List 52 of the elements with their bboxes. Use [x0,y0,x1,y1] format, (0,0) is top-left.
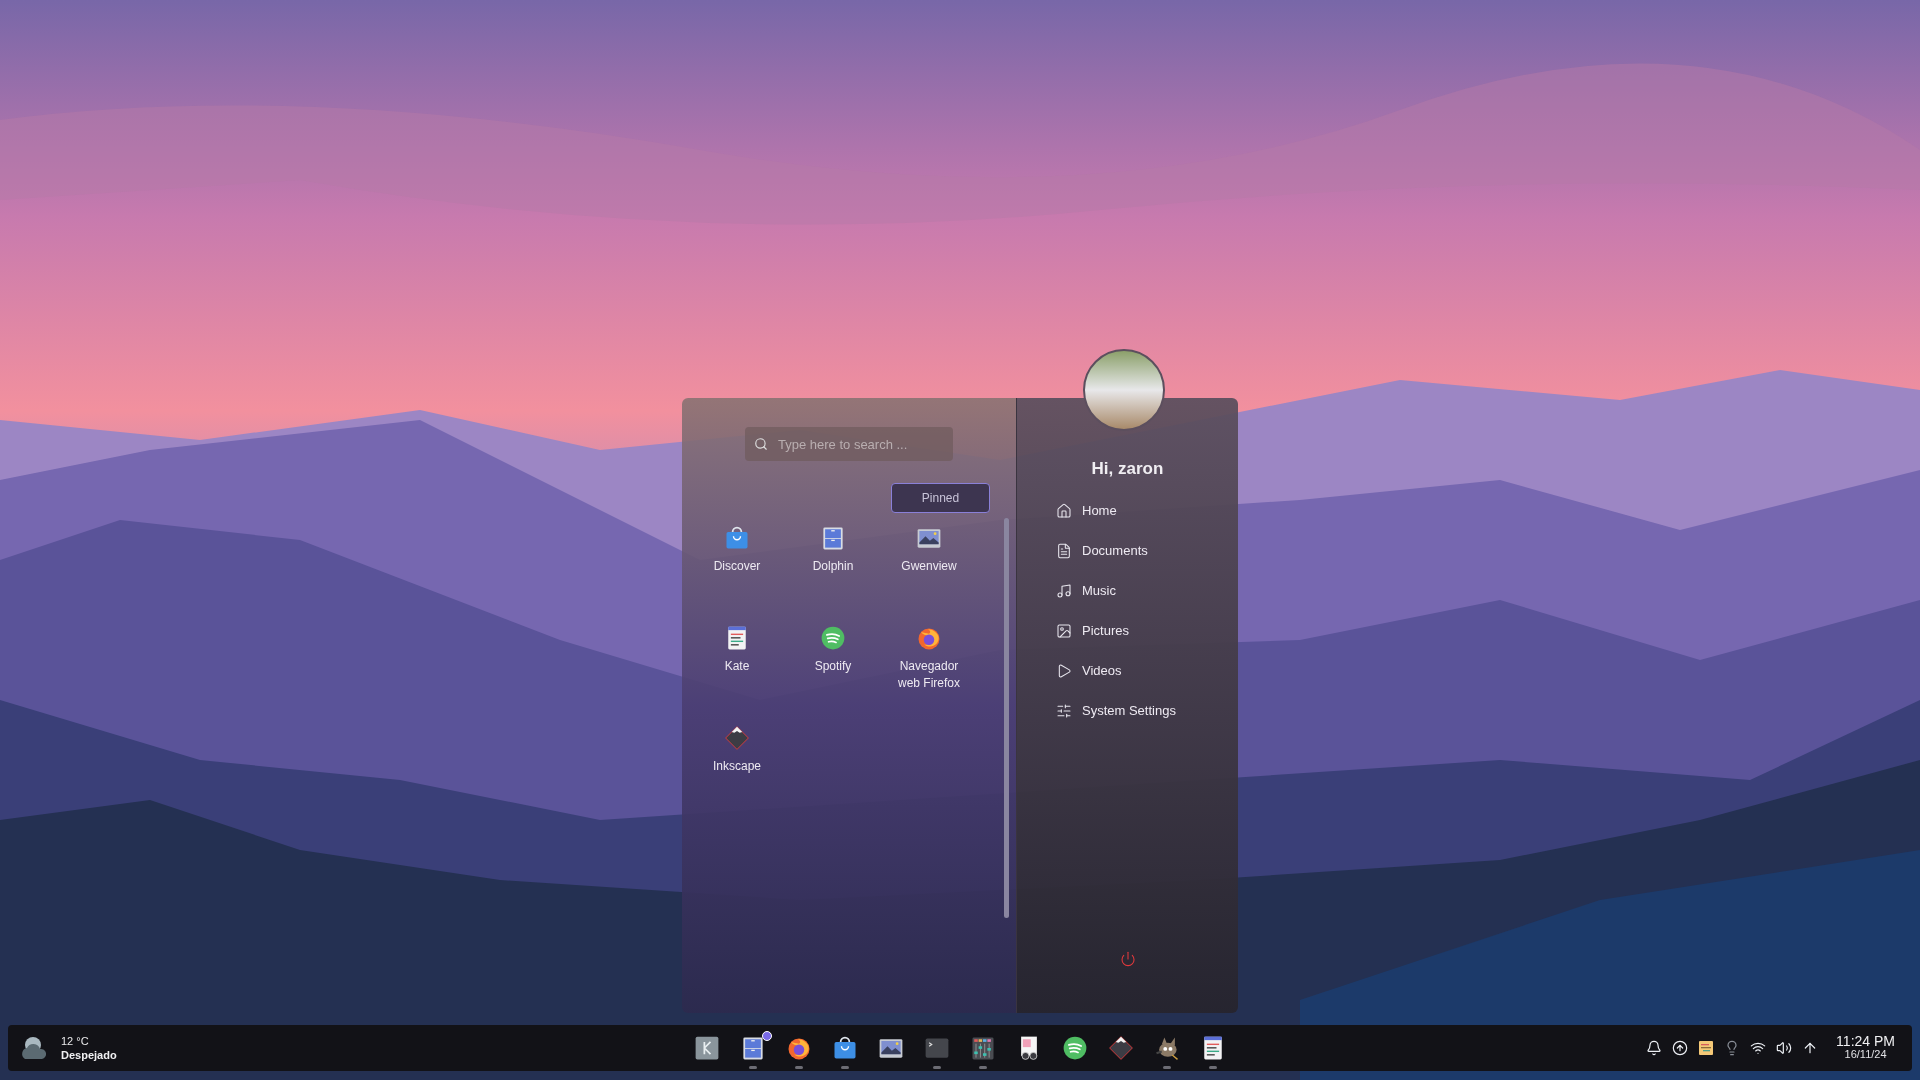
app-name: Dolphin [811,558,855,575]
place-label: System Settings [1082,701,1176,720]
play-icon [1056,662,1072,679]
music-streaming-icon [1061,1034,1089,1062]
place-item[interactable]: Videos [1056,650,1238,691]
place-item[interactable]: Music [1056,570,1238,611]
music-note-icon [1056,582,1072,599]
settings-icon [1056,702,1072,719]
greeting: Hi, zaron [1090,458,1165,480]
app-name: Kate [723,658,751,675]
wifi-icon[interactable] [1750,1040,1767,1056]
mountain-diamond-icon [723,724,751,752]
search-field[interactable]: Type here to search ... [745,427,953,461]
app-name: Spotify [813,658,853,675]
mountain-diamond-icon [1107,1034,1135,1062]
music-streaming-icon [819,624,847,652]
app-tile[interactable]: Dolphin [785,522,881,622]
app-name: Inkscape [712,758,762,775]
app-tile[interactable]: Navegador web Firefox [881,622,977,722]
clock-time[interactable]: 11:24 PM [1836,1035,1895,1048]
search-icon [754,437,768,451]
notes-icon[interactable] [1698,1040,1715,1056]
place-label: Music [1082,581,1116,600]
volume-icon[interactable] [1776,1040,1793,1056]
place-item[interactable]: Home [1056,490,1238,531]
power-icon[interactable] [1119,951,1136,967]
app-launcher-icon [693,1034,721,1062]
app-name: Gwenview [900,558,958,575]
notifications-icon[interactable] [1646,1040,1663,1056]
place-label: Documents [1082,541,1148,560]
place-item[interactable]: Documents [1056,530,1238,571]
weather-condition: Despejado [61,1048,117,1062]
temperature: 12 °C [61,1034,90,1048]
app-name: Navegador web Firefox [897,658,961,692]
clock-date[interactable]: 16/11/24 [1844,1048,1887,1061]
app-tile[interactable]: Spotify [785,622,881,722]
app-tile[interactable]: Gwenview [881,522,977,622]
place-label: Pictures [1082,621,1129,640]
app-tile[interactable]: Discover [689,522,785,622]
house-icon [1056,502,1072,519]
app-tile[interactable]: Inkscape [689,722,785,822]
picture-icon [1056,622,1072,639]
document-icon [1056,542,1072,559]
scrollbar[interactable] [1004,518,1009,918]
app-name: Discover [712,558,762,575]
pinned-tab[interactable]: Pinned [891,483,990,513]
place-item[interactable]: System Settings [1056,690,1238,731]
place-label: Home [1082,501,1117,520]
place-item[interactable]: Pictures [1056,610,1238,651]
place-label: Videos [1082,661,1122,680]
app-tile[interactable]: Kate [689,622,785,722]
cloudy-moon-icon[interactable] [21,1035,49,1061]
